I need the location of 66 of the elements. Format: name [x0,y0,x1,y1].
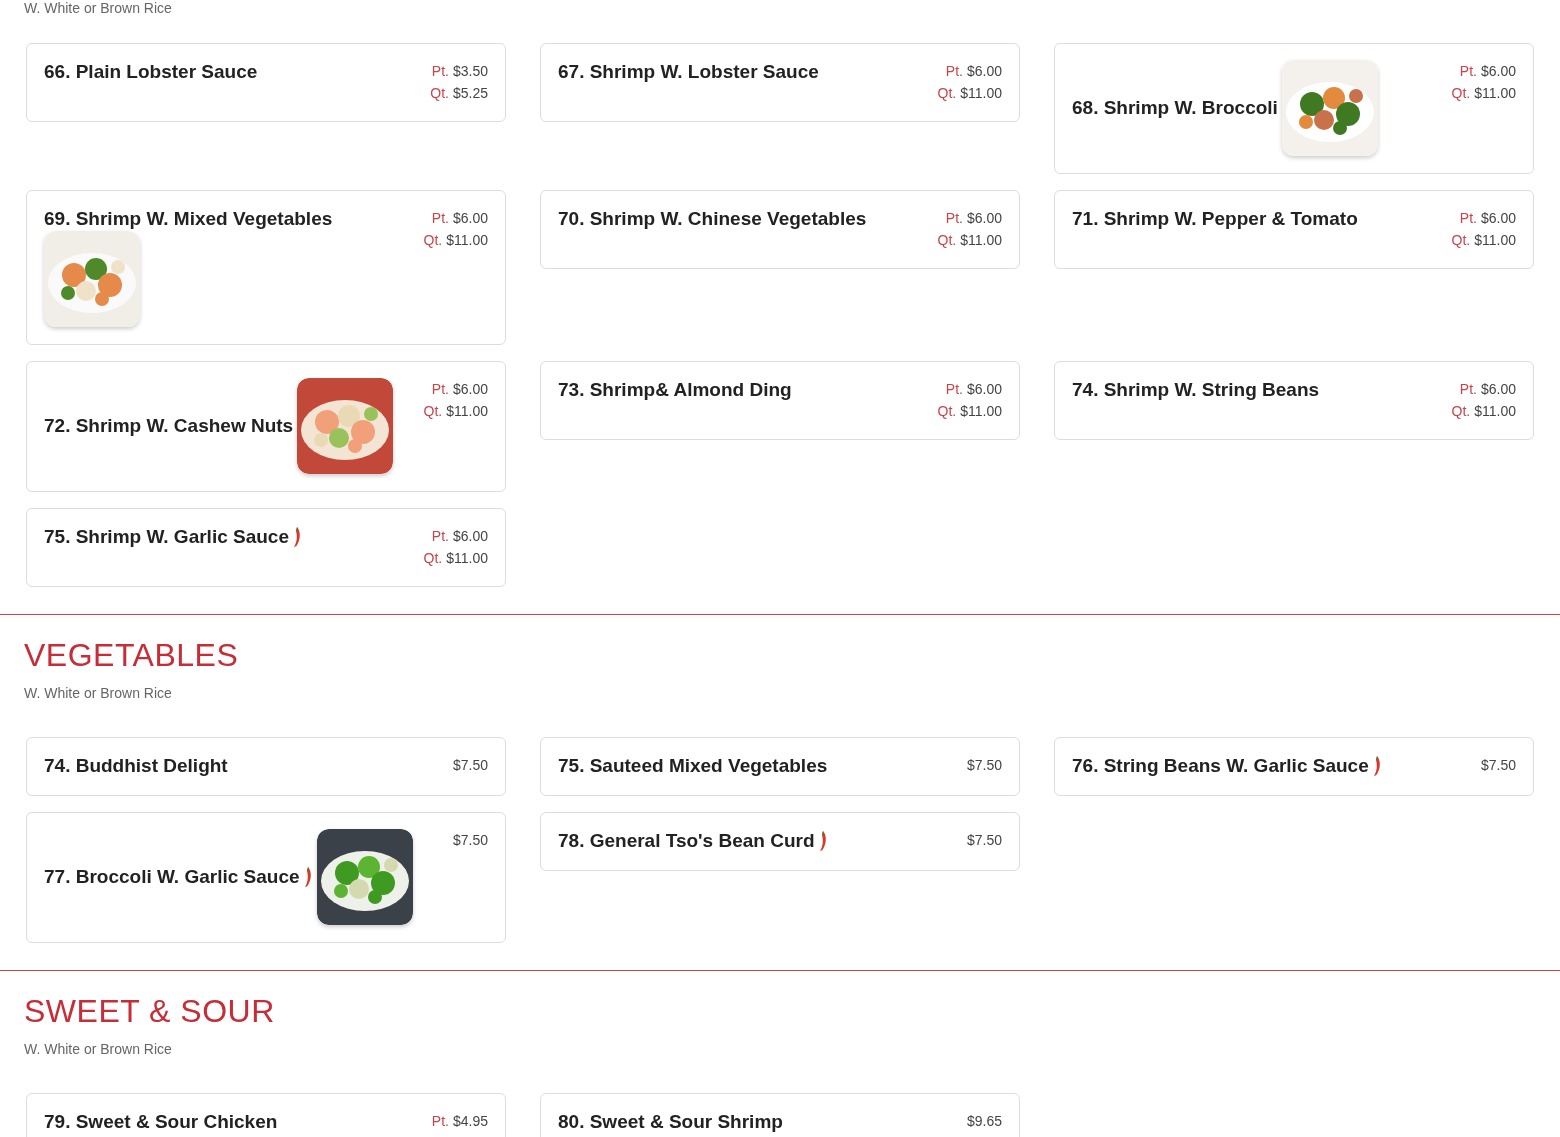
dish-name: 66. Plain Lobster Sauce [44,60,258,84]
price: Pt. $6.00 [944,380,1002,399]
price: Qt. $11.00 [423,231,488,250]
menu-item-card[interactable]: 67. Shrimp W. Lobster Sauce Pt. $6.00 Qt. $11.00 [540,43,1020,122]
section-title: VEGETABLES [24,636,240,675]
menu-item-card[interactable]: 66. Plain Lobster Sauce Pt. $3.50 Qt. $5.25 [26,43,506,122]
price: $7.50 [452,831,488,850]
price: Qt. $11.00 [1451,231,1516,250]
dish-name: 80. Sweet & Sour Shrimp [558,1110,783,1134]
price: $7.50 [452,756,488,775]
price: Qt. $11.00 [423,549,488,568]
dish-name: 72. Shrimp W. Cashew Nuts [44,414,294,438]
dish-name: 67. Shrimp W. Lobster Sauce [558,60,819,84]
dish-name: 74. Shrimp W. String Beans [1072,378,1320,402]
price: Pt. $6.00 [430,527,488,546]
price: Qt. $11.00 [937,84,1002,103]
section-title: SWEET & SOUR [24,992,276,1031]
menu-item-card[interactable]: 78. General Tso's Bean Curd $7.50 [540,812,1020,871]
price: $7.50 [966,756,1002,775]
price: Qt. $11.00 [1451,402,1516,421]
menu-item-card[interactable]: 75. Shrimp W. Garlic Sauce Pt. $6.00 Qt. $11.00 [26,508,506,587]
menu-item-card[interactable]: 77. Broccoli W. Garlic Sauce $7.50 [26,812,506,943]
price: Pt. $6.00 [1458,209,1516,228]
menu-item-card[interactable]: 76. String Beans W. Garlic Sauce $7.50 [1054,737,1534,796]
price: $7.50 [966,831,1002,850]
price: Qt. $11.00 [937,231,1002,250]
price: $7.50 [1480,756,1516,775]
price: Pt. $4.95 [431,1112,488,1131]
menu-item-card[interactable]: 69. Shrimp W. Mixed Vegetables Pt. $6.00 Qt. $11.00 [26,190,506,345]
menu-item-card[interactable]: 68. Shrimp W. Broccoli Pt. $6.00 Qt. $11.00 [1054,43,1534,174]
dish-name: 75. Sauteed Mixed Vegetables [558,754,828,778]
price: $9.65 [966,1112,1002,1131]
price: Pt. $6.00 [1458,380,1516,399]
price: Pt. $6.00 [430,380,488,399]
menu-item-card[interactable]: 72. Shrimp W. Cashew Nuts Pt. $6.00 Qt. $11.00 [26,361,506,492]
price: Qt. $11.00 [937,402,1002,421]
menu-item-card[interactable]: 70. Shrimp W. Chinese Vegetables Pt. $6.00 Qt. $11.00 [540,190,1020,269]
price: Pt. $6.00 [1458,62,1516,81]
menu-item-card[interactable]: 79. Sweet & Sour Chicken Pt. $4.95 [26,1093,506,1137]
menu-item-card[interactable]: 75. Sauteed Mixed Vegetables $7.50 [540,737,1020,796]
menu-item-card[interactable]: 71. Shrimp W. Pepper & Tomato Pt. $6.00 Qt. $11.00 [1054,190,1534,269]
dish-name: 71. Shrimp W. Pepper & Tomato [1072,207,1358,231]
price: Pt. $6.00 [944,62,1002,81]
menu-item-card[interactable]: 74. Buddhist Delight $7.50 [26,737,506,796]
price: Pt. $6.00 [430,209,488,228]
dish-name: 77. Broccoli W. Garlic Sauce [44,865,300,889]
dish-name: 68. Shrimp W. Broccoli [1072,96,1278,120]
section-subtitle: W. White or Brown Rice [24,684,173,703]
dish-name: 74. Buddhist Delight [44,754,228,778]
price: Pt. $3.50 [430,62,488,81]
section-subtitle: W. White or Brown Rice [24,1040,173,1059]
menu-item-card[interactable]: 73. Shrimp& Almond Ding Pt. $6.00 Qt. $11.00 [540,361,1020,440]
price: Qt. $11.00 [423,402,488,421]
price: Qt. $11.00 [1451,84,1516,103]
section-subtitle: W. White or Brown Rice [24,0,173,16]
price: Pt. $6.00 [944,209,1002,228]
price: Qt. $5.25 [430,84,488,103]
dish-name: 78. General Tso's Bean Curd [558,829,815,853]
menu-item-card[interactable]: 74. Shrimp W. String Beans Pt. $6.00 Qt. $11.00 [1054,361,1534,440]
dish-name: 70. Shrimp W. Chinese Vegetables [558,207,867,231]
menu-item-card[interactable]: 80. Sweet & Sour Shrimp $9.65 [540,1093,1020,1137]
dish-name: 79. Sweet & Sour Chicken [44,1110,278,1134]
dish-name: 69. Shrimp W. Mixed Vegetables [44,207,333,231]
dish-name: 73. Shrimp& Almond Ding [558,378,792,402]
dish-name: 76. String Beans W. Garlic Sauce [1072,754,1369,778]
dish-name: 75. Shrimp W. Garlic Sauce [44,525,289,549]
